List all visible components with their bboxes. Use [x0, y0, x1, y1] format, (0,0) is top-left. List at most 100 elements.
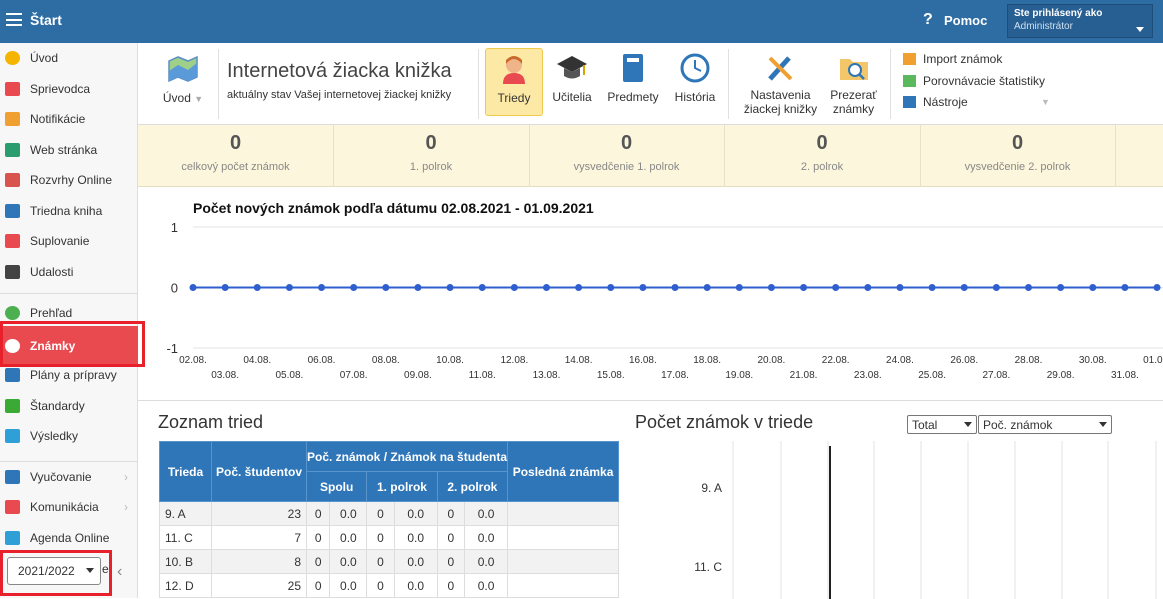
data-point[interactable] [382, 284, 390, 291]
import-znamok-item[interactable]: Import známok [903, 52, 1002, 66]
category-label: 9. A [701, 481, 722, 495]
data-point[interactable] [1024, 284, 1032, 291]
sidebar-item-4[interactable]: Rozvrhy Online [0, 165, 138, 195]
data-point[interactable] [414, 284, 422, 291]
sidebar-item-label: Suplovanie [30, 234, 90, 248]
sidebar-item-11[interactable]: Štandardy [0, 391, 138, 421]
metric-select[interactable]: Poč. známok [978, 415, 1112, 434]
help-icon[interactable]: ? [923, 11, 933, 29]
historia-button[interactable]: História [670, 53, 720, 104]
chevron-down-icon: ▼ [1041, 97, 1050, 107]
data-point[interactable] [1153, 284, 1161, 291]
nastavenia-button[interactable]: Nastavenia žiackej knižky [738, 53, 823, 116]
sidebar-item-12[interactable]: Výsledky [0, 421, 138, 451]
col-trieda[interactable]: Trieda [159, 441, 212, 502]
data-point[interactable] [542, 284, 550, 291]
data-point[interactable] [703, 284, 711, 291]
sidebar-item-7[interactable]: Udalosti [0, 257, 138, 287]
sidebar-item-label: Prehľad [30, 306, 73, 320]
data-point[interactable] [221, 284, 229, 291]
sidebar-item-6[interactable]: Suplovanie [0, 226, 138, 256]
data-point[interactable] [960, 284, 968, 291]
sidebar-item-15[interactable]: Agenda Online [0, 523, 138, 553]
sidebar-item-0[interactable]: Úvod [0, 43, 138, 73]
sidebar-item-2[interactable]: Notifikácie [0, 104, 138, 134]
data-point[interactable] [928, 284, 936, 291]
data-point[interactable] [735, 284, 743, 291]
sidebar-item-label: Vyučovanie [30, 470, 92, 484]
period-select[interactable]: Total [907, 415, 977, 434]
col-total[interactable]: Spolu [305, 471, 368, 502]
hamburger-menu-icon[interactable] [6, 13, 22, 26]
x-tick-label: 01.09. [1143, 355, 1163, 366]
collapse-sidebar-icon[interactable]: ‹ [117, 563, 122, 581]
col-h2[interactable]: 2. polrok [436, 471, 509, 502]
data-point[interactable] [1057, 284, 1065, 291]
cell-students: 7 [211, 525, 307, 550]
bar-chart-svg: 9. A 11. C [694, 441, 1157, 599]
data-point[interactable] [1121, 284, 1129, 291]
sidebar-item-label: Úvod [30, 51, 59, 65]
chat-icon [5, 500, 20, 514]
sidebar-item-3[interactable]: Web stránka [0, 135, 138, 165]
x-tick-label: 29.08. [1047, 370, 1075, 381]
data-point[interactable] [350, 284, 358, 291]
sidebar-item-1[interactable]: Sprievodca [0, 74, 138, 104]
data-point[interactable] [478, 284, 486, 291]
data-point[interactable] [767, 284, 775, 291]
porovnavacie-item[interactable]: Porovnávacie štatistiky [903, 74, 1045, 88]
sidebar-item-label: Rozvrhy Online [30, 173, 113, 187]
stat-label: celkový počet známok [181, 161, 290, 173]
data-point[interactable] [446, 284, 454, 291]
data-point[interactable] [318, 284, 326, 291]
x-tick-label: 25.08. [918, 370, 946, 381]
stat-3: 0 2. polrok [725, 125, 921, 187]
prezerat-button[interactable]: Prezerať známky [826, 53, 881, 116]
app-title[interactable]: Štart [30, 12, 62, 28]
col-group: Poč. známok / Známok na študenta [305, 441, 509, 472]
grid-icon [5, 173, 20, 187]
data-point[interactable] [992, 284, 1000, 291]
sidebar-item-13[interactable]: Vyučovanie › [0, 462, 138, 492]
data-point[interactable] [832, 284, 840, 291]
predmety-button[interactable]: Predmety [603, 53, 663, 104]
table-row[interactable]: 11. C 7 0 0.0 0 0.0 0 0.0 [159, 525, 620, 550]
cell-c1: 0 [305, 501, 331, 526]
data-point[interactable] [189, 284, 197, 291]
ucitelia-button[interactable]: Učitelia [548, 53, 596, 104]
data-point[interactable] [639, 284, 647, 291]
triedy-button[interactable]: Triedy [485, 48, 543, 116]
x-tick-label: 08.08. [372, 355, 400, 366]
category-label: 11. C [694, 560, 722, 574]
sidebar-item-label: Triedna kniha [30, 204, 103, 218]
x-tick-label: 06.08. [308, 355, 336, 366]
calendar-icon [5, 265, 20, 279]
user-menu[interactable]: Ste prihlásený ako Administrátor [1007, 4, 1153, 38]
data-point[interactable] [671, 284, 679, 291]
data-point[interactable] [510, 284, 518, 291]
nastroje-item[interactable]: Nástroje ▼ [903, 95, 1050, 109]
data-point[interactable] [1089, 284, 1097, 291]
uvod-button[interactable]: Úvod ▼ [158, 53, 208, 105]
cell-name: 9. A [159, 501, 212, 526]
x-tick-label: 16.08. [629, 355, 657, 366]
book-icon [5, 204, 20, 218]
table-row[interactable]: 9. A 23 0 0.0 0 0.0 0 0.0 [159, 501, 620, 526]
col-students[interactable]: Poč. študentov [211, 441, 307, 502]
data-point[interactable] [285, 284, 293, 291]
data-point[interactable] [800, 284, 808, 291]
sidebar-item-14[interactable]: Komunikácia › [0, 492, 138, 522]
data-point[interactable] [607, 284, 615, 291]
col-h1[interactable]: 1. polrok [366, 471, 438, 502]
data-point[interactable] [896, 284, 904, 291]
x-tick-label: 17.08. [661, 370, 689, 381]
data-point[interactable] [864, 284, 872, 291]
prezerat-label-line1: Prezerať [830, 88, 877, 102]
table-row[interactable]: 10. B 8 0 0.0 0 0.0 0 0.0 [159, 549, 620, 574]
table-row[interactable]: 12. D 25 0 0.0 0 0.0 0 0.0 [159, 573, 620, 598]
help-link[interactable]: Pomoc [944, 13, 987, 28]
col-last[interactable]: Posledná známka [507, 441, 620, 502]
data-point[interactable] [575, 284, 583, 291]
sidebar-item-5[interactable]: Triedna kniha [0, 196, 138, 226]
data-point[interactable] [253, 284, 261, 291]
